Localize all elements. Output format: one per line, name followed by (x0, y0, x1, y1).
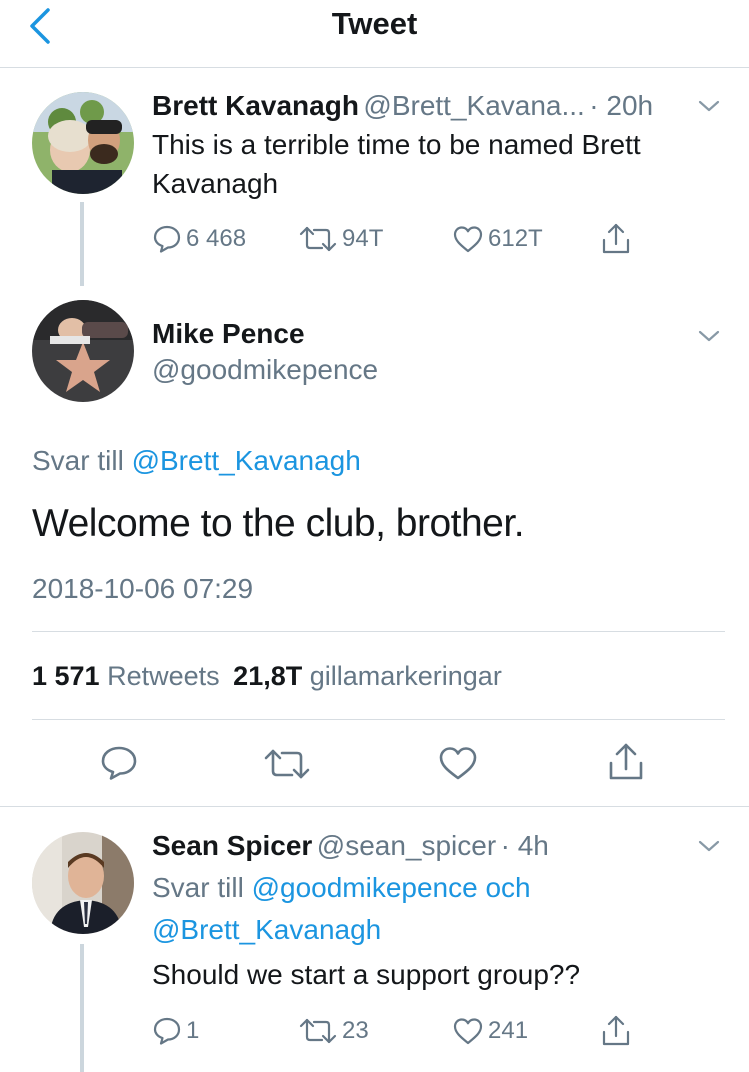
retweets-stat[interactable]: 1 571 Retweets (32, 661, 227, 691)
avatar-image (32, 300, 134, 402)
tweet-text: This is a terrible time to be named Bret… (152, 129, 641, 199)
like-count: 241 (488, 1017, 529, 1044)
chevron-down-icon[interactable] (697, 838, 721, 854)
reply-to-link[interactable]: @Brett_Kavanagh (152, 914, 381, 945)
author-handle[interactable]: @Brett_Kavana... (363, 90, 584, 121)
reply-header: Sean Spicer @sean_spicer · 4h (152, 826, 692, 866)
reply-prefix: Svar till (32, 445, 124, 476)
top-bar: Tweet (0, 0, 749, 68)
share-icon (609, 743, 643, 780)
divider (32, 719, 725, 720)
reply-conjunction: och (485, 872, 531, 903)
reply-icon (101, 746, 137, 780)
main-author: Mike Pence @goodmikepence (152, 314, 378, 390)
reply-tweet-text: Should we start a support group?? (152, 959, 581, 990)
avatar-image (32, 832, 134, 934)
reply-count: 6 468 (186, 225, 247, 252)
reply-button[interactable]: 1 (152, 1016, 199, 1046)
tweet-timestamp: 2018-10-06 07:29 (32, 573, 254, 604)
author-name[interactable]: Brett Kavanagh (152, 90, 359, 121)
reply-icon (153, 225, 181, 253)
retweet-icon (299, 226, 337, 252)
author-handle[interactable]: @goodmikepence (152, 350, 378, 390)
reply-button[interactable]: 6 468 (152, 224, 246, 254)
main-like-button[interactable] (438, 745, 478, 781)
divider (0, 806, 749, 807)
heart-icon (453, 1018, 483, 1045)
retweet-count: 94T (342, 225, 384, 252)
retweet-total: 1 571 (32, 661, 100, 691)
avatar-pence[interactable] (32, 300, 134, 402)
share-icon (602, 223, 630, 254)
retweet-icon (299, 1018, 337, 1044)
tweet-header: Brett Kavanagh @Brett_Kavana... · 20h (152, 86, 692, 126)
main-retweet-button[interactable] (262, 747, 312, 781)
retweet-button[interactable]: 23 (298, 1016, 369, 1046)
like-total: 21,8T (233, 661, 303, 691)
avatar-image (32, 92, 134, 194)
share-icon (602, 1015, 630, 1046)
like-label: gillamarkeringar (309, 661, 502, 691)
chevron-down-icon[interactable] (697, 98, 721, 114)
heart-icon (439, 747, 477, 780)
like-button[interactable]: 241 (452, 1016, 528, 1046)
thread-line (80, 944, 84, 1072)
like-count: 612T (488, 225, 543, 252)
retweet-icon (264, 749, 310, 779)
reply-to-link[interactable]: @Brett_Kavanagh (132, 445, 361, 476)
reply-prefix: Svar till (152, 872, 244, 903)
engagement-stats: 1 571 Retweets 21,8T gillamarkeringar (32, 656, 502, 696)
reply-count: 1 (186, 1017, 200, 1044)
reply-to-link[interactable]: @goodmikepence (252, 872, 478, 903)
reply-icon (153, 1017, 181, 1045)
reply-context: Svar till @Brett_Kavanagh (32, 442, 361, 480)
author-name[interactable]: Mike Pence (152, 314, 378, 354)
retweet-count: 23 (342, 1017, 369, 1044)
main-reply-button[interactable] (100, 745, 138, 781)
author-name[interactable]: Sean Spicer (152, 830, 312, 861)
author-handle[interactable]: @sean_spicer (317, 830, 496, 861)
page-title: Tweet (331, 6, 418, 41)
retweet-label: Retweets (107, 661, 220, 691)
main-share-button[interactable] (606, 742, 646, 782)
share-button[interactable] (600, 222, 632, 256)
retweet-button[interactable]: 94T (298, 224, 383, 254)
divider (32, 631, 725, 632)
chevron-down-icon[interactable] (697, 328, 721, 344)
avatar-brett[interactable] (32, 92, 134, 194)
heart-icon (453, 226, 483, 253)
likes-stat[interactable]: 21,8T gillamarkeringar (233, 661, 502, 691)
tweet-time: · 20h (589, 90, 654, 121)
tweet-time: · 4h (500, 830, 549, 861)
reply-context: Svar till @goodmikepence och @Brett_Kava… (152, 867, 692, 951)
like-button[interactable]: 612T (452, 224, 543, 254)
thread-line (80, 202, 84, 286)
main-tweet-text: Welcome to the club, brother. (32, 502, 525, 545)
share-button[interactable] (600, 1014, 632, 1048)
avatar-spicer[interactable] (32, 832, 134, 934)
